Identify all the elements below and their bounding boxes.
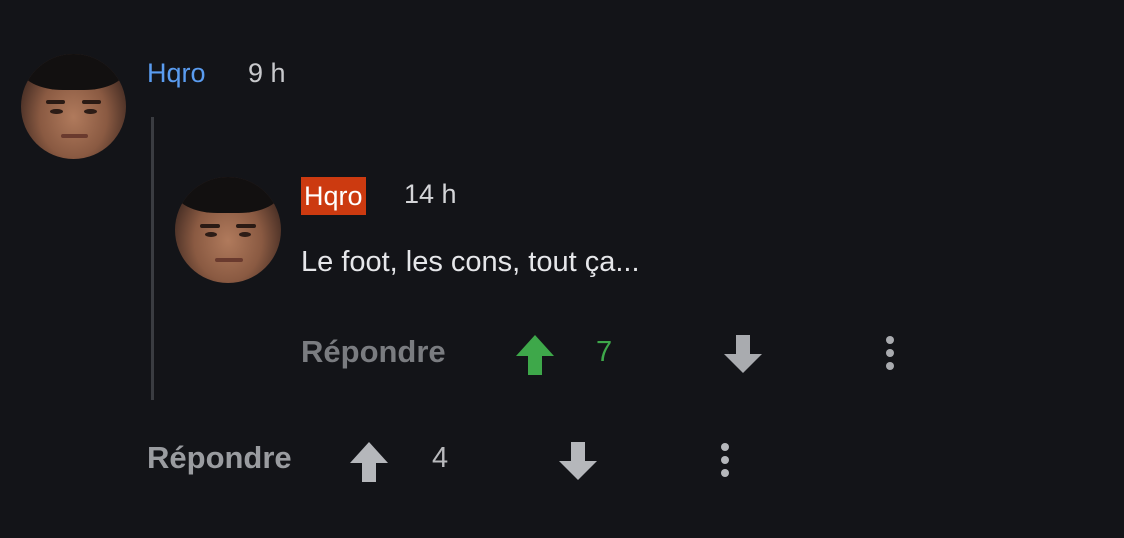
reply-timestamp: 14 h bbox=[404, 179, 457, 209]
comment-upvote-count: 4 bbox=[432, 442, 449, 474]
arrow-up-icon[interactable] bbox=[348, 440, 390, 484]
comment-timestamp: 9 h bbox=[248, 58, 286, 88]
reply-avatar[interactable] bbox=[175, 177, 281, 283]
arrow-up-icon[interactable] bbox=[514, 333, 556, 377]
arrow-down-icon[interactable] bbox=[557, 440, 599, 482]
comment-reply-button[interactable]: Répondre bbox=[147, 440, 292, 476]
more-vertical-icon[interactable] bbox=[880, 334, 900, 374]
reply-body-text: Le foot, les cons, tout ça... bbox=[301, 246, 640, 278]
arrow-down-icon[interactable] bbox=[722, 333, 764, 375]
reply-author-op-badge[interactable]: Hqro bbox=[301, 177, 366, 215]
avatar[interactable] bbox=[21, 54, 126, 159]
reply-upvote-count: 7 bbox=[596, 336, 613, 368]
more-vertical-icon[interactable] bbox=[715, 441, 735, 481]
reply-reply-button[interactable]: Répondre bbox=[301, 334, 446, 370]
comment-thread: Hqro 9 h Hqro 14 h Le foot, les cons, to… bbox=[0, 0, 1124, 538]
comment-author-link[interactable]: Hqro bbox=[147, 58, 206, 89]
thread-collapse-line[interactable] bbox=[151, 117, 154, 400]
